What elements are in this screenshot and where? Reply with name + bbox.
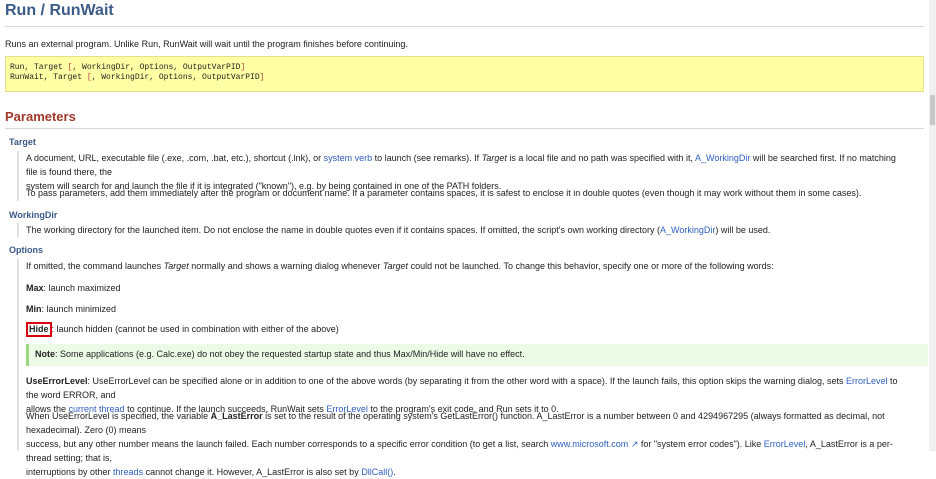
- option-hide: Hide: launch hidden (cannot be used in c…: [26, 322, 906, 337]
- option-keyword: Min: [26, 304, 42, 314]
- vertical-scrollbar[interactable]: [929, 0, 936, 451]
- page-title: Run / RunWait: [5, 2, 114, 19]
- syntax-run-cmd: Run, Target: [10, 63, 68, 72]
- text: success, but any other number means the …: [26, 439, 551, 449]
- syntax-run-params: , WorkingDir, Options, OutputVarPID: [72, 63, 241, 72]
- text: .: [393, 467, 396, 477]
- text: interruptions by other: [26, 467, 114, 477]
- optional-bracket: ]: [259, 73, 265, 82]
- syntax-runwait-cmd: RunWait, Target: [10, 73, 87, 82]
- link-errorlevel[interactable]: ErrorLevel: [764, 439, 806, 449]
- param-options-bar: [17, 259, 19, 451]
- text: A document, URL, executable file (.exe, …: [26, 153, 324, 163]
- option-keyword: UseErrorLevel: [26, 376, 88, 386]
- italic-term: Target: [163, 261, 189, 271]
- parameters-heading: Parameters: [5, 109, 76, 124]
- param-workingdir-bar: [17, 223, 19, 237]
- link-a-workingdir[interactable]: A_WorkingDir: [695, 153, 750, 163]
- link-a-workingdir[interactable]: A_WorkingDir: [660, 225, 715, 235]
- param-target-label: Target: [9, 137, 36, 147]
- text: : Some applications (e.g. Calc.exe) do n…: [55, 349, 525, 359]
- text: ) will be used.: [715, 225, 771, 235]
- parameters-divider: [5, 128, 924, 129]
- option-max: Max: launch maximized: [26, 281, 906, 295]
- scrollbar-thumb[interactable]: [930, 95, 935, 125]
- param-workingdir-desc: The working directory for the launched i…: [26, 223, 906, 237]
- param-options-intro: If omitted, the command launches Target …: [26, 259, 906, 273]
- optional-bracket: ]: [240, 63, 246, 72]
- text: : launch minimized: [41, 304, 117, 314]
- param-target-bar: [17, 151, 19, 201]
- text: cannot change it. However, A_LastError i…: [143, 467, 362, 477]
- link-dllcall[interactable]: DllCall(): [361, 467, 393, 477]
- note-label: Note: [35, 349, 55, 359]
- link-threads[interactable]: threads: [113, 467, 143, 477]
- option-lasterror-desc: When UseErrorLevel is specified, the var…: [26, 409, 906, 479]
- text: If omitted, the command launches: [26, 261, 164, 271]
- title-divider: [5, 26, 924, 27]
- text: normally and shows a warning dialog when…: [188, 261, 383, 271]
- link-system-verb[interactable]: system verb: [324, 153, 373, 163]
- option-keyword: Max: [26, 283, 44, 293]
- param-target-desc-2: To pass parameters, add them immediately…: [26, 188, 862, 198]
- param-workingdir-label: WorkingDir: [9, 210, 58, 220]
- syntax-box: Run, Target [, WorkingDir, Options, Outp…: [5, 56, 924, 92]
- text: could not be launched. To change this be…: [408, 261, 774, 271]
- variable-name: A_LastError: [210, 411, 263, 421]
- text: : launch maximized: [43, 283, 121, 293]
- text: The working directory for the launched i…: [26, 225, 661, 235]
- text: When UseErrorLevel is specified, the var…: [26, 411, 211, 421]
- help-page: Run / RunWait Runs an external program. …: [0, 0, 928, 477]
- text: : launch hidden (cannot be used in combi…: [51, 324, 339, 334]
- italic-term: Target: [382, 261, 409, 271]
- option-keyword-highlighted: Hide: [26, 322, 52, 337]
- text: to launch (see remarks). If: [372, 153, 482, 163]
- page-description: Runs an external program. Unlike Run, Ru…: [5, 39, 408, 49]
- syntax-runwait-params: , WorkingDir, Options, OutputVarPID: [91, 73, 260, 82]
- param-options-label: Options: [9, 245, 43, 255]
- syntax-line-runwait: RunWait, Target [, WorkingDir, Options, …: [10, 73, 919, 83]
- link-microsoft[interactable]: www.microsoft.com: [551, 439, 629, 449]
- link-errorlevel[interactable]: ErrorLevel: [846, 376, 888, 386]
- text: is a local file and no path was specifie…: [506, 153, 695, 163]
- syntax-line-run: Run, Target [, WorkingDir, Options, Outp…: [10, 63, 919, 73]
- option-min: Min: launch minimized: [26, 302, 906, 316]
- italic-term: Target: [481, 153, 507, 163]
- note-box: Note: Some applications (e.g. Calc.exe) …: [26, 344, 928, 366]
- text: : UseErrorLevel can be specified alone o…: [87, 376, 846, 386]
- text: for "system error codes"). Like: [638, 439, 764, 449]
